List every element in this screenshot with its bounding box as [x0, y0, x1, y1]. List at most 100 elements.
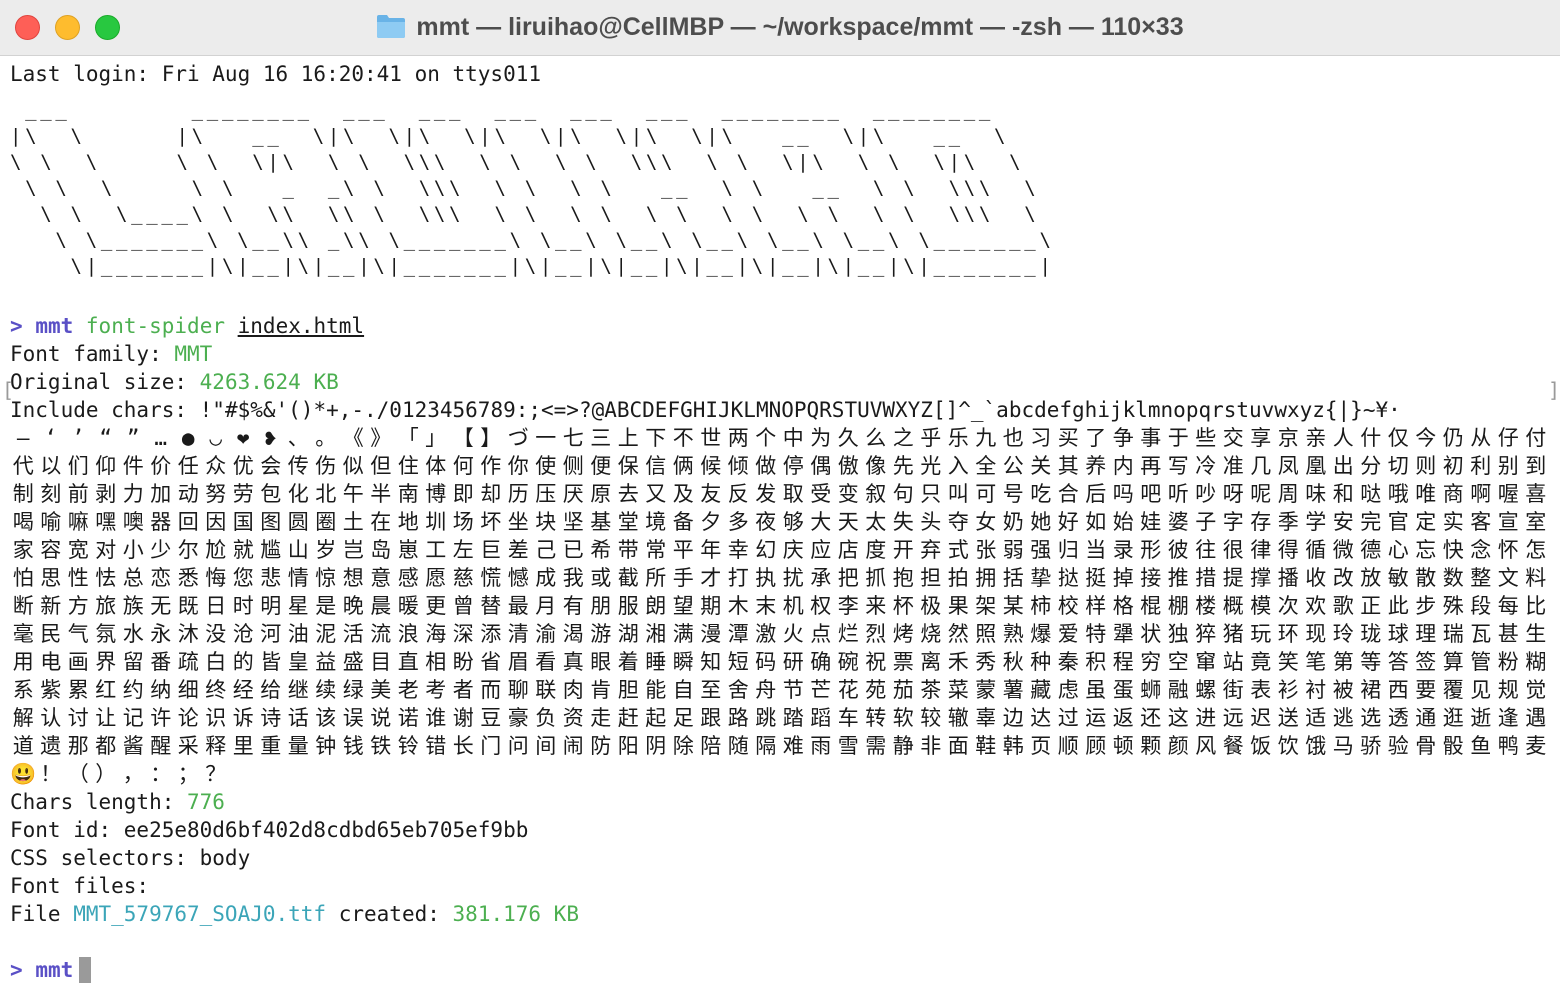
included-char: 光	[920, 454, 943, 478]
included-char: 仔	[1497, 426, 1520, 450]
included-char: 习	[1030, 426, 1053, 450]
included-char: 好	[1057, 510, 1080, 534]
command-arg[interactable]: index.html	[238, 314, 364, 338]
included-char: 怕	[12, 566, 35, 590]
included-char: 等	[1360, 650, 1383, 674]
included-char: 没	[205, 622, 228, 646]
included-char: 剥	[95, 482, 118, 506]
included-char: 表	[1250, 678, 1273, 702]
included-char: 唯	[1415, 482, 1438, 506]
included-char: 便	[590, 454, 613, 478]
included-char: 机	[782, 594, 805, 618]
included-char: 鞋	[975, 734, 998, 758]
included-char: 奶	[1002, 510, 1025, 534]
included-char: 坏	[480, 510, 503, 534]
included-char: 些	[1195, 426, 1218, 450]
included-char: 以	[40, 454, 63, 478]
included-char: 采	[177, 734, 200, 758]
title-bar[interactable]: mmt — liruihao@CellMBP — ~/workspace/mmt…	[0, 0, 1560, 56]
included-char: 是	[315, 594, 338, 618]
included-char: 三	[590, 426, 613, 450]
included-char: 很	[1222, 538, 1245, 562]
included-char: 疏	[177, 650, 200, 674]
included-char: 式	[947, 538, 970, 562]
included-char: 写	[1167, 454, 1190, 478]
included-char: 件	[122, 454, 145, 478]
included-char: 及	[672, 482, 695, 506]
included-char: 活	[342, 622, 365, 646]
included-char: 悉	[177, 566, 200, 590]
included-char: 变	[837, 482, 860, 506]
included-char: 漫	[700, 622, 723, 646]
included-char: 」	[425, 426, 448, 450]
css-selectors-line: CSS selectors: body	[10, 846, 251, 870]
included-char: 吵	[1195, 482, 1218, 506]
included-char: 包	[260, 482, 283, 506]
included-char: 柿	[1030, 594, 1053, 618]
included-char: 风	[1195, 734, 1218, 758]
included-char: 价	[150, 454, 173, 478]
included-char: 海	[425, 622, 448, 646]
included-char: 何	[452, 454, 475, 478]
included-char: ❤	[236, 426, 251, 450]
included-char: 竟	[1250, 650, 1273, 674]
included-char: 更	[425, 594, 448, 618]
included-char: 少	[150, 538, 173, 562]
included-char: 呢	[1250, 482, 1273, 506]
included-char: 释	[205, 734, 228, 758]
included-char: 在	[370, 510, 393, 534]
included-char: 七	[562, 426, 585, 450]
included-char: 了	[1085, 426, 1108, 450]
included-char: 留	[122, 650, 145, 674]
included-char: 吃	[1030, 482, 1053, 506]
included-char: ？	[205, 762, 228, 786]
included-char: 盛	[342, 650, 365, 674]
included-char: 秋	[1002, 650, 1025, 674]
included-char: 送	[1277, 706, 1300, 730]
included-char: ‘	[44, 426, 59, 450]
included-char: 绿	[342, 678, 365, 702]
included-char: 画	[67, 650, 90, 674]
current-prompt-line[interactable]: > mmt	[10, 956, 92, 984]
included-char: 倾	[727, 454, 750, 478]
included-char: 论	[177, 706, 200, 730]
included-char: 弃	[920, 538, 943, 562]
window-title-container: mmt — liruihao@CellMBP — ~/workspace/mmt…	[0, 10, 1560, 48]
included-char: 上	[617, 426, 640, 450]
included-char: 防	[590, 734, 613, 758]
included-char: 票	[892, 650, 915, 674]
included-char: 气	[67, 622, 90, 646]
included-char: 笔	[1305, 650, 1328, 674]
included-char: 烂	[837, 622, 860, 646]
included-char: 湘	[645, 622, 668, 646]
included-char: 所	[645, 566, 668, 590]
included-char: 发	[755, 482, 778, 506]
included-char: 或	[590, 566, 613, 590]
included-char: 记	[122, 706, 145, 730]
ascii-art-line: \ \ \____\ \ \\ \\ \ \\\ \ \ \ \ \ \ \ \…	[10, 203, 1040, 225]
included-char: 意	[370, 566, 393, 590]
included-char: 圳	[425, 510, 448, 534]
included-char: 带	[617, 538, 640, 562]
included-char: 较	[920, 706, 943, 730]
terminal-content[interactable]: Last login: Fri Aug 16 16:20:41 on ttys0…	[2, 60, 1560, 990]
included-char: 然	[947, 622, 970, 646]
included-char: 才	[700, 566, 723, 590]
included-char: 内	[1112, 454, 1135, 478]
included-char: 关	[1030, 454, 1053, 478]
included-char: 藏	[1030, 678, 1053, 702]
included-char: 饮	[1277, 734, 1300, 758]
included-char: 挚	[1030, 566, 1053, 590]
included-char: 秦	[1057, 650, 1080, 674]
included-char: 前	[67, 482, 90, 506]
included-char: 潭	[727, 622, 750, 646]
included-char: 乎	[920, 426, 943, 450]
included-char: 从	[1470, 426, 1493, 450]
included-char: 其	[1057, 454, 1080, 478]
included-char: 约	[122, 678, 145, 702]
included-char: 菜	[947, 678, 970, 702]
included-char: 见	[1470, 678, 1493, 702]
file-name[interactable]: MMT_579767_SOAJ0.ttf	[73, 902, 326, 926]
included-char: 给	[260, 678, 283, 702]
prompt-symbol: >	[10, 314, 23, 338]
